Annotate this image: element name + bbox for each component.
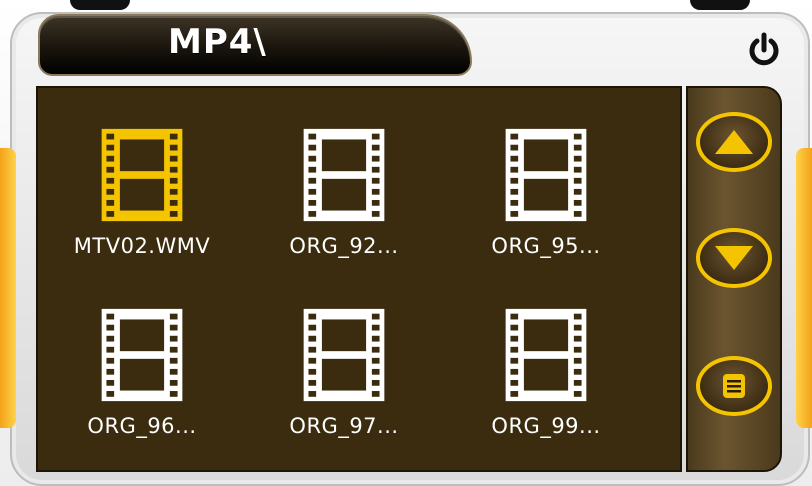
bezel-notch [70, 0, 130, 10]
film-strip-icon [505, 128, 587, 222]
navigation-sidebar [686, 86, 782, 472]
film-strip-icon [303, 308, 385, 402]
menu-button[interactable] [696, 356, 772, 416]
file-name-label: ORG_97... [289, 414, 399, 438]
power-icon [749, 32, 779, 66]
film-strip-icon [505, 308, 587, 402]
folder-path-title: MP4\ [168, 22, 267, 62]
film-strip-icon [101, 308, 183, 402]
film-strip-icon [303, 128, 385, 222]
film-strip-icon [101, 128, 183, 222]
right-side-grip [796, 148, 812, 428]
file-item[interactable]: ORG_95... [446, 88, 646, 258]
file-name-label: ORG_99... [491, 414, 601, 438]
file-item[interactable]: ORG_92... [244, 88, 444, 258]
file-name-label: MTV02.WMV [73, 234, 211, 258]
file-item[interactable]: MTV02.WMV [42, 88, 242, 258]
file-item[interactable]: ORG_96... [42, 268, 242, 438]
arrow-up-icon [715, 130, 753, 154]
list-menu-icon [723, 374, 745, 398]
file-item[interactable]: ORG_99... [446, 268, 646, 438]
device-bezel: MP4\ MTV02.WMV ORG_92... ORG_95... ORG_96..… [0, 0, 812, 486]
file-name-label: ORG_96... [87, 414, 197, 438]
arrow-down-icon [715, 246, 753, 270]
file-browser-panel: MTV02.WMV ORG_92... ORG_95... ORG_96... ORG_… [36, 86, 682, 472]
bezel-notch [690, 0, 750, 10]
scroll-down-button[interactable] [696, 228, 772, 288]
file-name-label: ORG_92... [289, 234, 399, 258]
file-name-label: ORG_95... [491, 234, 601, 258]
file-item[interactable]: ORG_97... [244, 268, 444, 438]
left-side-grip [0, 148, 16, 428]
scroll-up-button[interactable] [696, 112, 772, 172]
power-button[interactable] [744, 30, 784, 70]
